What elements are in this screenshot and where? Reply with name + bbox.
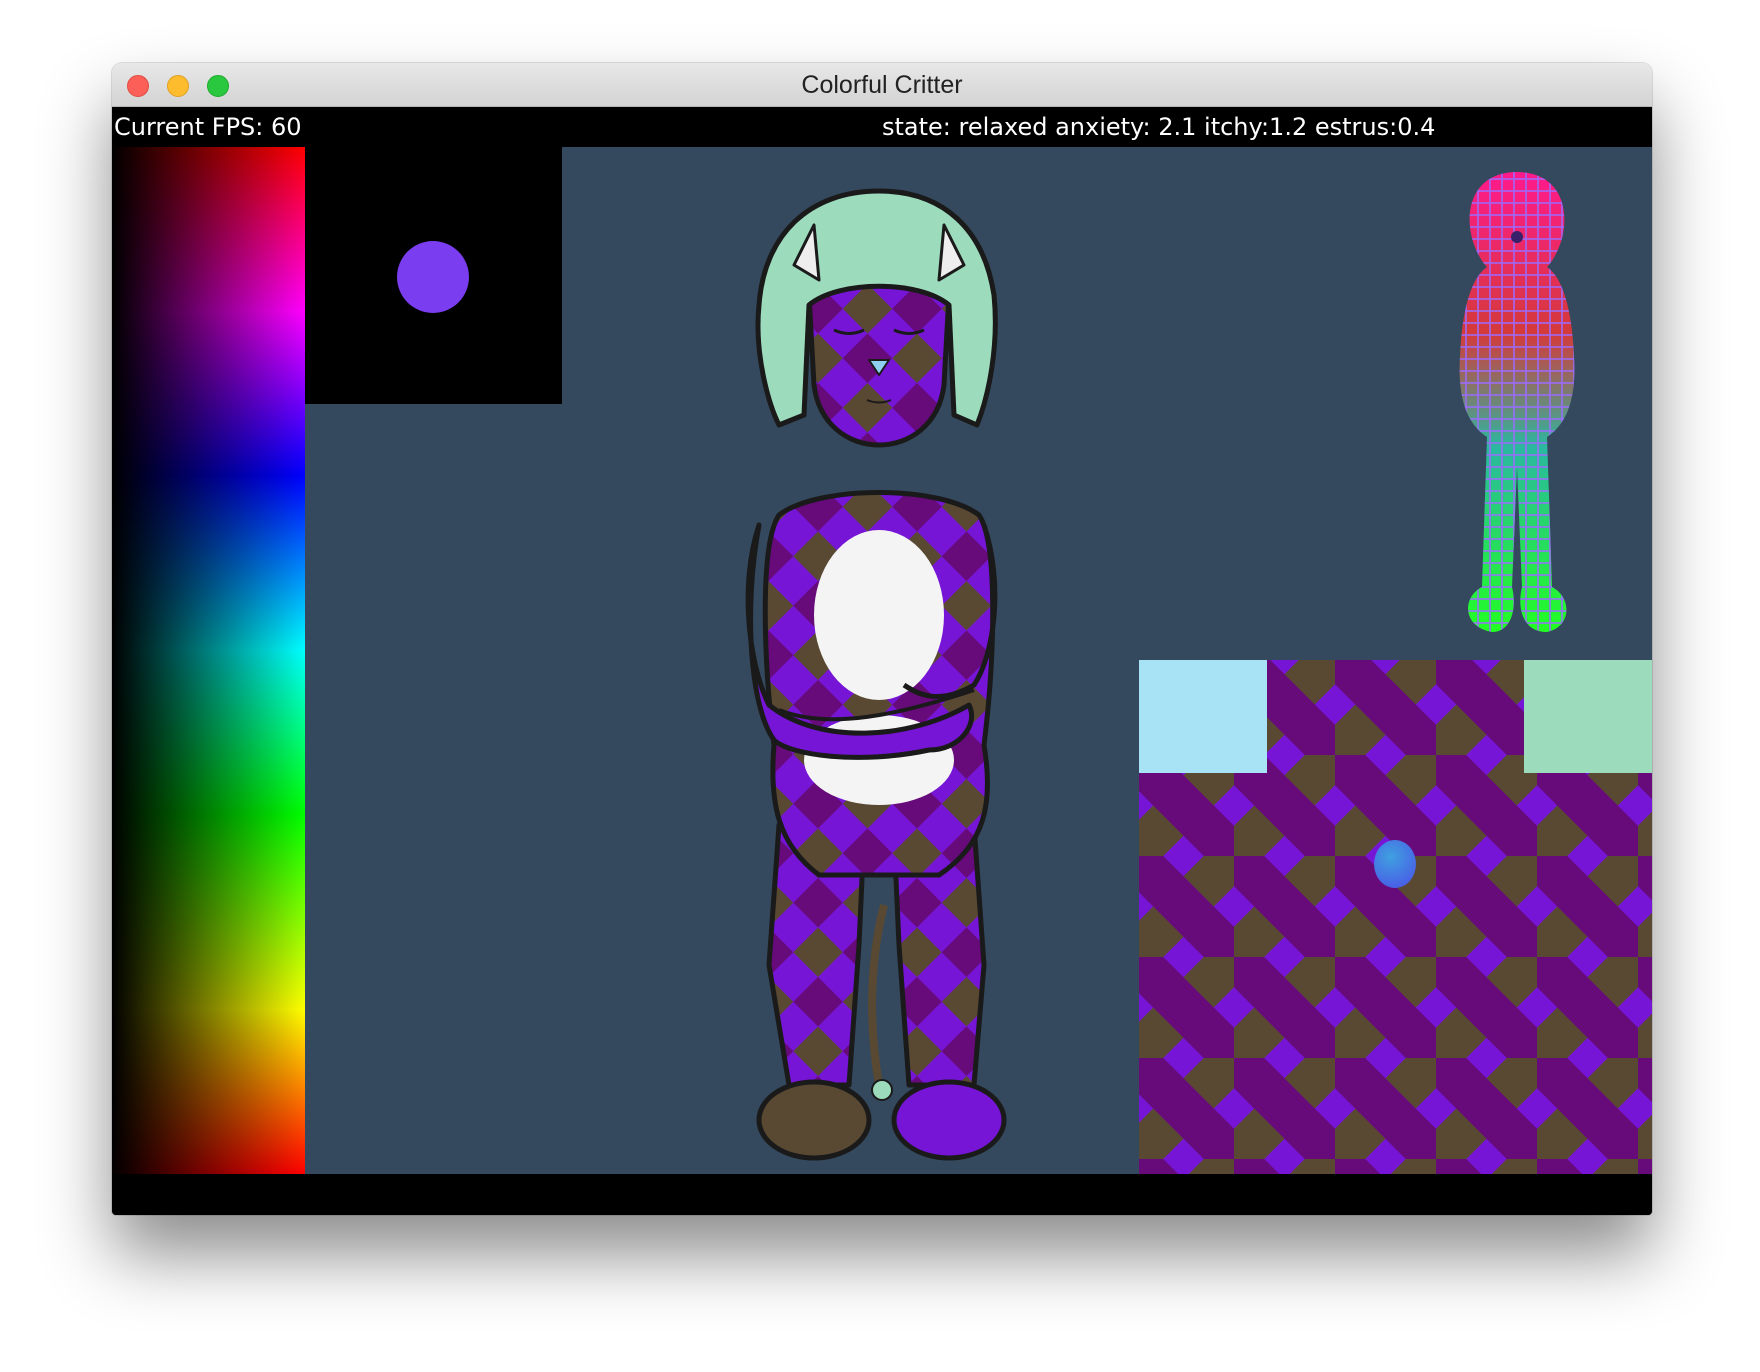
- fps-counter: Current FPS: 60: [114, 113, 302, 141]
- uv-reference-map: [1459, 172, 1575, 632]
- pattern-canvas[interactable]: [1139, 660, 1652, 1174]
- pattern-cursor: [1374, 840, 1416, 888]
- title-bar[interactable]: Colorful Critter: [112, 63, 1652, 107]
- brush-color-dot: [397, 241, 469, 313]
- app-window: Colorful Critter Current FPS: 60 state: …: [112, 63, 1652, 1215]
- game-scene[interactable]: [112, 147, 1652, 1174]
- brush-preview: [305, 147, 562, 404]
- critter-character[interactable]: [719, 185, 1019, 1165]
- color-swatch-left[interactable]: [1139, 660, 1267, 773]
- color-swatch-right[interactable]: [1524, 660, 1652, 773]
- game-canvas[interactable]: Current FPS: 60 state: relaxed anxiety: …: [112, 107, 1652, 1215]
- bottom-bar: [112, 1174, 1652, 1215]
- window-title: Colorful Critter: [801, 71, 963, 99]
- critter-state-readout: state: relaxed anxiety: 2.1 itchy:1.2 es…: [882, 113, 1436, 141]
- color-picker-hue-bar[interactable]: [112, 147, 305, 1174]
